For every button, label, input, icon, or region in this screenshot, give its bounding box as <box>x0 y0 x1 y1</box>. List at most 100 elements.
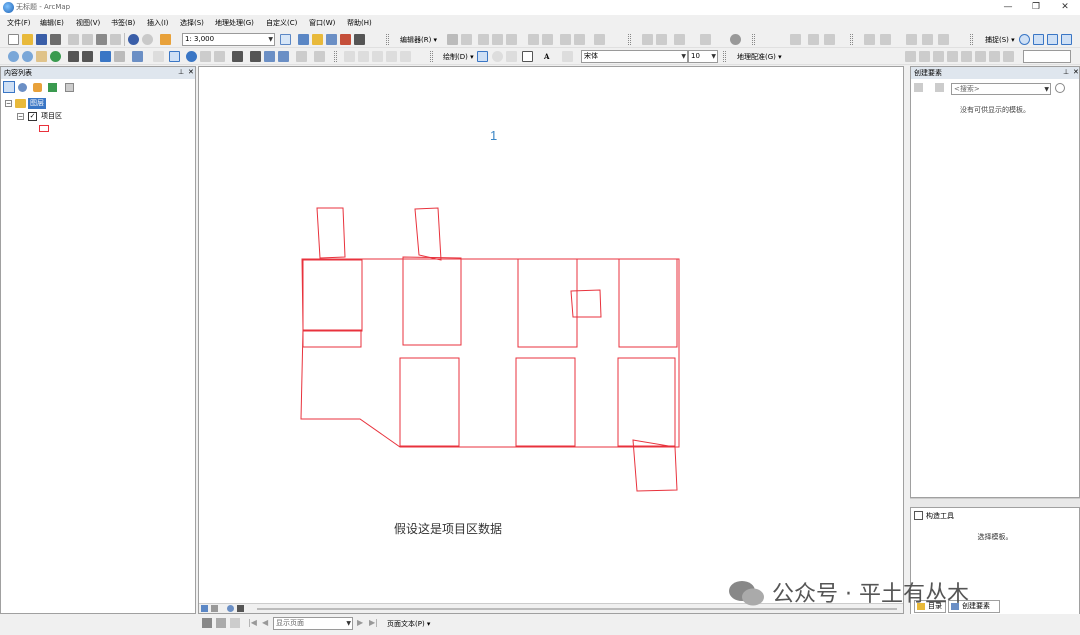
back-arrow-icon[interactable] <box>100 51 111 62</box>
select-features-icon[interactable] <box>132 51 143 62</box>
point-snap-icon[interactable] <box>1019 34 1030 45</box>
menu-help[interactable]: 帮助(H) <box>347 18 372 28</box>
pin-icon[interactable]: ⊥ <box>178 68 184 76</box>
panel-splitter[interactable] <box>910 498 1080 507</box>
layers-group-label[interactable]: 图层 <box>28 98 46 109</box>
refresh-icon[interactable] <box>227 605 234 612</box>
select-elements-icon[interactable] <box>169 51 180 62</box>
zoom-in-icon[interactable] <box>8 51 19 62</box>
list-by-visibility-icon[interactable] <box>33 83 42 92</box>
layout-tool-icon[interactable] <box>202 618 212 628</box>
identify-icon[interactable] <box>186 51 197 62</box>
next-page-icon[interactable]: ▶ <box>357 618 363 627</box>
rotate-icon[interactable] <box>542 34 553 45</box>
hyperlink-icon[interactable] <box>200 51 211 62</box>
data-view-icon[interactable] <box>201 605 208 612</box>
template-search-input[interactable]: <搜索> ▼ <box>951 83 1051 95</box>
layer-symbol-icon[interactable] <box>39 125 49 132</box>
split-icon[interactable] <box>528 34 539 45</box>
layer-visibility-checkbox[interactable]: ✓ <box>28 112 37 121</box>
toolbar-grip[interactable] <box>386 34 389 45</box>
toc-window-icon[interactable] <box>298 34 309 45</box>
zoom-100-icon[interactable] <box>400 51 411 62</box>
html-popup-icon[interactable] <box>214 51 225 62</box>
list-by-selection-icon[interactable] <box>48 83 57 92</box>
fixed-zoom-in-icon[interactable] <box>68 51 79 62</box>
rotate-element-icon[interactable] <box>492 51 503 62</box>
layer-name[interactable]: 项目区 <box>41 111 62 121</box>
pause-drawing-icon[interactable] <box>237 605 244 612</box>
list-by-drawing-order-icon[interactable] <box>3 81 15 93</box>
prev-page-icon[interactable]: ◀ <box>262 618 268 627</box>
undo-icon[interactable] <box>128 34 139 45</box>
font-combo[interactable]: 宋体 ▼ <box>581 50 688 63</box>
pin-icon[interactable]: ⊥ <box>1063 68 1069 76</box>
network-icon-3[interactable] <box>933 51 944 62</box>
collapse-layer-icon[interactable]: − <box>17 113 24 120</box>
template-properties-icon[interactable] <box>935 83 944 92</box>
menu-insert[interactable]: 插入(I) <box>147 18 169 28</box>
menu-view[interactable]: 视图(V) <box>76 18 100 28</box>
layout-zoom-icon[interactable] <box>344 51 355 62</box>
generalize-icon[interactable] <box>790 34 801 45</box>
viewer-window-icon[interactable] <box>314 51 325 62</box>
page-setup-icon[interactable] <box>230 618 240 628</box>
network-icon-4[interactable] <box>947 51 958 62</box>
draw-menu[interactable]: 绘制(D) ▾ <box>443 52 474 62</box>
end-point-arc-icon[interactable] <box>492 34 503 45</box>
font-size-combo[interactable]: 10 ▼ <box>688 50 718 63</box>
select-arrow-icon[interactable] <box>477 51 488 62</box>
print-icon[interactable] <box>50 34 61 45</box>
time-slider-icon[interactable] <box>296 51 307 62</box>
network-icon-7[interactable] <box>989 51 1000 62</box>
map-view[interactable]: 1 假设这是项目区数据 <box>198 66 904 614</box>
find-route-icon[interactable] <box>264 51 275 62</box>
georef-tool-icon[interactable] <box>864 34 875 45</box>
menu-geoprocessing[interactable]: 地理处理(G) <box>215 18 254 28</box>
zoom-whole-page-icon[interactable] <box>386 51 397 62</box>
zoom-selected-icon[interactable] <box>506 51 517 62</box>
delete-icon[interactable] <box>110 34 121 45</box>
callout-icon[interactable] <box>562 51 573 62</box>
first-page-icon[interactable]: |◀ <box>248 618 257 627</box>
attributes-icon[interactable] <box>560 34 571 45</box>
arctoolbox-icon[interactable] <box>340 34 351 45</box>
full-extent-icon[interactable] <box>50 51 61 62</box>
text-tool-icon[interactable]: A <box>544 52 549 61</box>
pan-hand-icon[interactable] <box>36 51 47 62</box>
menu-windows[interactable]: 窗口(W) <box>309 18 335 28</box>
page-display-combo[interactable]: 显示页面 ▼ <box>273 617 353 630</box>
edit-tool-icon[interactable] <box>447 34 458 45</box>
maximize-icon[interactable]: ❐ <box>1024 1 1048 13</box>
clear-selection-icon[interactable] <box>153 51 164 62</box>
catalog-window-icon[interactable] <box>312 34 323 45</box>
link-icon[interactable] <box>938 34 949 45</box>
network-icon-1[interactable] <box>905 51 916 62</box>
map-scale-combo[interactable]: 1: 3,000 ▼ <box>182 33 275 46</box>
open-folder-icon[interactable] <box>22 34 33 45</box>
save-icon[interactable] <box>36 34 47 45</box>
georeferencing-menu[interactable]: 地理配准(G) ▾ <box>737 52 782 62</box>
python-window-icon[interactable] <box>354 34 365 45</box>
snapping-menu[interactable]: 捕捉(S) ▾ <box>985 35 1015 45</box>
straight-segment-icon[interactable] <box>478 34 489 45</box>
paste-icon[interactable] <box>96 34 107 45</box>
network-icon-2[interactable] <box>919 51 930 62</box>
copy-icon[interactable] <box>82 34 93 45</box>
flip-icon[interactable] <box>880 34 891 45</box>
new-document-icon[interactable] <box>8 34 19 45</box>
end-snap-icon[interactable] <box>1033 34 1044 45</box>
edge-snap-icon[interactable] <box>1061 34 1072 45</box>
panel-close-icon[interactable]: ✕ <box>188 68 194 76</box>
list-by-source-icon[interactable] <box>18 83 27 92</box>
page-text-menu[interactable]: 页面文本(P) ▾ <box>387 619 430 629</box>
zoom-out-icon[interactable] <box>22 51 33 62</box>
minimize-icon[interactable]: — <box>996 1 1020 13</box>
search-icon[interactable] <box>1055 83 1065 93</box>
scrollbar-track[interactable] <box>257 608 897 610</box>
layout-zoom-out-icon[interactable] <box>358 51 369 62</box>
editor-menu[interactable]: 编辑器(R) ▾ <box>400 35 437 45</box>
organize-templates-icon[interactable] <box>914 83 923 92</box>
menu-edit[interactable]: 编辑(E) <box>40 18 64 28</box>
redo-icon[interactable] <box>142 34 153 45</box>
